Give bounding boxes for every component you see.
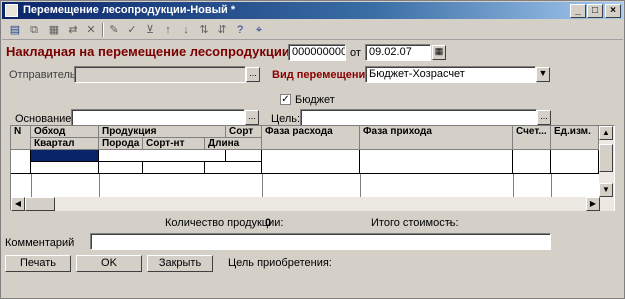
comment-field[interactable] bbox=[90, 233, 551, 250]
col-faza-prikhoda[interactable]: Фаза прихода bbox=[360, 126, 513, 150]
col-schet[interactable]: Счет... bbox=[513, 126, 551, 150]
whatsthis-icon[interactable]: ⌖ bbox=[251, 22, 267, 38]
basis-select-button[interactable]: ... bbox=[245, 110, 259, 125]
document-window: Перемещение лесопродукции-Новый * _ □ × … bbox=[0, 0, 625, 299]
document-icon bbox=[5, 4, 18, 17]
minimize-button[interactable]: _ bbox=[570, 4, 586, 18]
col-faza-raskhoda[interactable]: Фаза расхода bbox=[262, 126, 360, 150]
document-heading: Накладная на перемещение лесопродукции № bbox=[6, 44, 308, 59]
purpose-label: Цель приобретения: bbox=[228, 257, 332, 269]
scroll-right-icon[interactable]: ▶ bbox=[586, 197, 600, 211]
sender-select-button[interactable]: ... bbox=[246, 67, 260, 82]
products-table[interactable]: N Обход Квартал Продукция Сорт Порода Со… bbox=[10, 125, 615, 211]
budget-label: Бюджет bbox=[295, 94, 335, 106]
comment-label: Комментарий bbox=[5, 237, 75, 249]
date-label: от bbox=[350, 47, 361, 59]
budget-checkbox[interactable]: ✓ bbox=[280, 94, 291, 105]
window-title: Перемещение лесопродукции-Новый * bbox=[23, 4, 236, 16]
sender-label: Отправитель: bbox=[9, 69, 79, 81]
help-icon[interactable]: ? bbox=[232, 22, 248, 38]
basis-label: Основание: bbox=[15, 113, 75, 125]
col-sort-nt[interactable]: Сорт-нт bbox=[143, 138, 205, 150]
col-kvartal[interactable]: Квартал bbox=[31, 138, 99, 150]
copy-icon[interactable]: ⧉ bbox=[26, 22, 42, 38]
move-icon[interactable]: ⇄ bbox=[65, 22, 81, 38]
col-sort[interactable]: Сорт bbox=[226, 126, 262, 138]
col-dlina[interactable]: Длина bbox=[205, 138, 262, 150]
sort-asc-icon[interactable]: ⇅ bbox=[196, 22, 212, 38]
down-icon[interactable]: ↓ bbox=[178, 22, 194, 38]
goal-select-button[interactable]: ... bbox=[537, 110, 551, 125]
goal-label: Цель: bbox=[271, 113, 301, 125]
edit-icon[interactable]: ✎ bbox=[106, 22, 122, 38]
document-number-field[interactable]: 0000000001 bbox=[288, 44, 346, 61]
hscroll-thumb[interactable] bbox=[25, 197, 55, 211]
mark-icon[interactable]: ✓ bbox=[124, 22, 140, 38]
toolbar: ▤ ⧉ ▦ ⇄ ✕ ✎ ✓ ⊻ ↑ ↓ ⇅ ⇵ ? ⌖ bbox=[2, 20, 623, 40]
col-ed-izm[interactable]: Ед.изм. bbox=[551, 126, 599, 150]
calendar-button[interactable]: ▦ bbox=[432, 45, 446, 60]
sort-desc-icon[interactable]: ⇵ bbox=[214, 22, 230, 38]
group-icon[interactable]: ▦ bbox=[46, 22, 62, 38]
table-horizontal-scrollbar[interactable]: ◀ ▶ bbox=[11, 197, 614, 211]
title-bar: Перемещение лесопродукции-Новый * _ □ × bbox=[2, 2, 623, 19]
col-n[interactable]: N bbox=[11, 126, 31, 150]
date-field[interactable]: 09.02.07 bbox=[365, 44, 431, 61]
table-vertical-scrollbar[interactable]: ▲ ▼ bbox=[599, 126, 614, 198]
move-type-dropdown-icon[interactable]: ▼ bbox=[536, 67, 550, 82]
total-cost-value: - bbox=[448, 217, 452, 229]
scroll-left-icon[interactable]: ◀ bbox=[11, 197, 25, 211]
total-cost-label: Итого стоимость: bbox=[371, 217, 459, 229]
sender-field[interactable] bbox=[74, 66, 246, 83]
maximize-button[interactable]: □ bbox=[587, 4, 603, 18]
ok-button[interactable]: OK bbox=[76, 255, 142, 272]
scroll-up-icon[interactable]: ▲ bbox=[599, 126, 613, 140]
print-button[interactable]: Печать bbox=[5, 255, 71, 272]
up-icon[interactable]: ↑ bbox=[160, 22, 176, 38]
scroll-down-icon[interactable]: ▼ bbox=[599, 183, 613, 197]
table-row[interactable] bbox=[11, 150, 599, 197]
col-poroda[interactable]: Порода bbox=[99, 138, 143, 150]
col-produkciya[interactable]: Продукция bbox=[99, 126, 226, 138]
close-window-button[interactable]: × bbox=[605, 4, 621, 18]
scroll-thumb[interactable] bbox=[599, 144, 613, 172]
move-type-label: Вид перемещения: bbox=[272, 69, 376, 81]
close-button[interactable]: Закрыть bbox=[147, 255, 213, 272]
new-record-icon[interactable]: ▤ bbox=[7, 22, 23, 38]
basis-field[interactable] bbox=[71, 109, 245, 126]
delete-icon[interactable]: ✕ bbox=[83, 22, 99, 38]
goal-field[interactable] bbox=[300, 109, 537, 126]
filter-icon[interactable]: ⊻ bbox=[142, 22, 158, 38]
col-obkhod[interactable]: Обход bbox=[31, 126, 99, 138]
move-type-select[interactable]: Бюджет-Хозрасчет bbox=[365, 66, 536, 83]
qty-value: 0 bbox=[265, 217, 272, 229]
